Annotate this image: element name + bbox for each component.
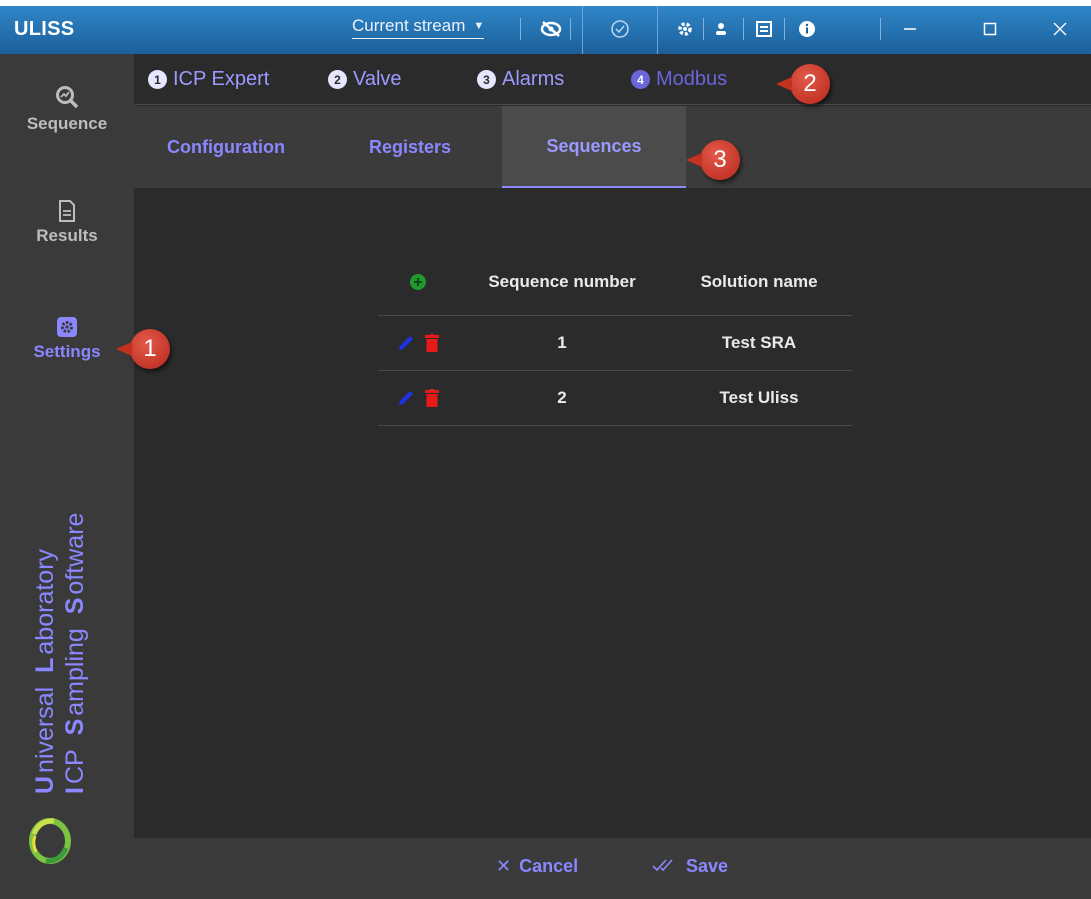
sub-tab-bar: Configuration Registers Sequences — [134, 106, 1091, 188]
plus-circle-icon — [410, 273, 426, 290]
save-label: Save — [686, 856, 729, 876]
tab-number-badge: 2 — [328, 70, 347, 89]
divider — [520, 18, 521, 40]
tab-number-badge: 4 — [631, 70, 650, 89]
sequence-number-cell: 1 — [557, 333, 567, 352]
sidebar-item-label: Settings — [33, 342, 101, 361]
delete-button[interactable] — [425, 389, 439, 407]
divider — [743, 18, 744, 40]
tab-modbus[interactable]: 4 Modbus — [631, 68, 727, 91]
subtab-sequences[interactable]: Sequences — [502, 106, 686, 188]
sequence-number-cell: 2 — [557, 388, 567, 407]
title-bar: ULISS Current stream ▼ — [0, 6, 1091, 54]
chevron-down-icon: ▼ — [473, 20, 485, 32]
callout-marker: 3 — [686, 140, 740, 180]
divider — [703, 18, 704, 40]
brand-tagline: Universal Laboratory ICP Sampling Softwa… — [30, 513, 89, 794]
tab-valve[interactable]: 2 Valve — [328, 68, 402, 91]
logo — [26, 814, 74, 873]
close-icon[interactable] — [1045, 14, 1075, 44]
double-check-icon — [652, 856, 678, 877]
user-icon[interactable] — [706, 14, 736, 44]
check-circle-icon[interactable] — [605, 14, 635, 44]
maximize-icon[interactable] — [975, 14, 1005, 44]
current-stream-label: Current stream — [352, 16, 466, 35]
app-window: ULISS Current stream ▼ Sequence Results … — [0, 6, 1091, 899]
gear-icon[interactable] — [670, 14, 700, 44]
solution-name-cell: Test SRA — [721, 333, 797, 352]
brand-line-2: ICP Sampling Software — [61, 512, 89, 794]
tab-label: Valve — [353, 68, 402, 90]
results-icon — [0, 200, 134, 222]
header-actions-cell — [378, 273, 458, 291]
sidebar-item-sequence[interactable]: Sequence — [0, 84, 134, 134]
table-row: 2 Test Uliss — [378, 371, 852, 426]
save-button[interactable]: Save — [652, 856, 728, 877]
column-header-solution-name: Solution name — [700, 271, 818, 291]
top-tab-bar: 1 ICP Expert 2 Valve 3 Alarms 4 Modbus — [134, 54, 1091, 105]
row-actions-cell — [378, 389, 458, 407]
sidebar: Sequence Results Settings Universal Labo… — [0, 54, 134, 899]
callout-marker: 2 — [776, 64, 830, 104]
pencil-icon — [399, 391, 413, 405]
cancel-button[interactable]: ✕ Cancel — [496, 856, 578, 877]
close-icon: ✕ — [496, 856, 512, 876]
current-stream-dropdown[interactable]: Current stream ▼ — [352, 16, 485, 39]
info-icon[interactable] — [792, 14, 822, 44]
sequence-icon — [0, 84, 134, 110]
table-row: 1 Test SRA — [378, 316, 852, 371]
edit-button[interactable] — [397, 389, 415, 407]
footer-bar: ✕ Cancel Save — [134, 838, 1091, 899]
row-actions-cell — [378, 334, 458, 352]
solution-name-cell: Test Uliss — [719, 388, 799, 407]
trash-icon — [425, 334, 439, 352]
tab-alarms[interactable]: 3 Alarms — [477, 68, 564, 91]
add-sequence-button[interactable] — [409, 273, 427, 291]
document-icon[interactable] — [749, 14, 779, 44]
tab-icp-expert[interactable]: 1 ICP Expert — [148, 68, 269, 91]
tab-number-badge: 1 — [148, 70, 167, 89]
sidebar-item-label: Results — [36, 226, 98, 245]
tab-number-badge: 3 — [477, 70, 496, 89]
app-title: ULISS — [14, 18, 75, 40]
trash-icon — [425, 389, 439, 407]
tab-label: Modbus — [656, 68, 728, 90]
tab-label: Alarms — [502, 68, 565, 90]
delete-button[interactable] — [425, 334, 439, 352]
minimize-icon[interactable] — [895, 14, 925, 44]
sequences-table: Sequence number Solution name 1 Test SRA — [378, 248, 852, 426]
brand-line-1: Universal Laboratory — [31, 548, 59, 794]
subtab-configuration[interactable]: Configuration — [134, 106, 318, 188]
pencil-icon — [399, 336, 413, 350]
sidebar-item-settings[interactable]: Settings — [0, 316, 134, 362]
subtab-registers[interactable]: Registers — [318, 106, 502, 188]
column-header-sequence-number: Sequence number — [488, 271, 636, 291]
eye-slash-icon[interactable] — [536, 14, 566, 44]
sidebar-item-label: Sequence — [26, 114, 108, 133]
tab-label: ICP Expert — [173, 68, 270, 90]
sidebar-item-results[interactable]: Results — [0, 200, 134, 246]
divider — [880, 18, 881, 40]
divider — [570, 18, 571, 40]
edit-button[interactable] — [397, 334, 415, 352]
table-header: Sequence number Solution name — [378, 248, 852, 316]
callout-marker: 1 — [116, 329, 170, 369]
divider — [784, 18, 785, 40]
settings-icon — [0, 316, 134, 338]
cancel-label: Cancel — [519, 856, 579, 876]
sequences-panel: Sequence number Solution name 1 Test SRA — [134, 188, 1091, 838]
